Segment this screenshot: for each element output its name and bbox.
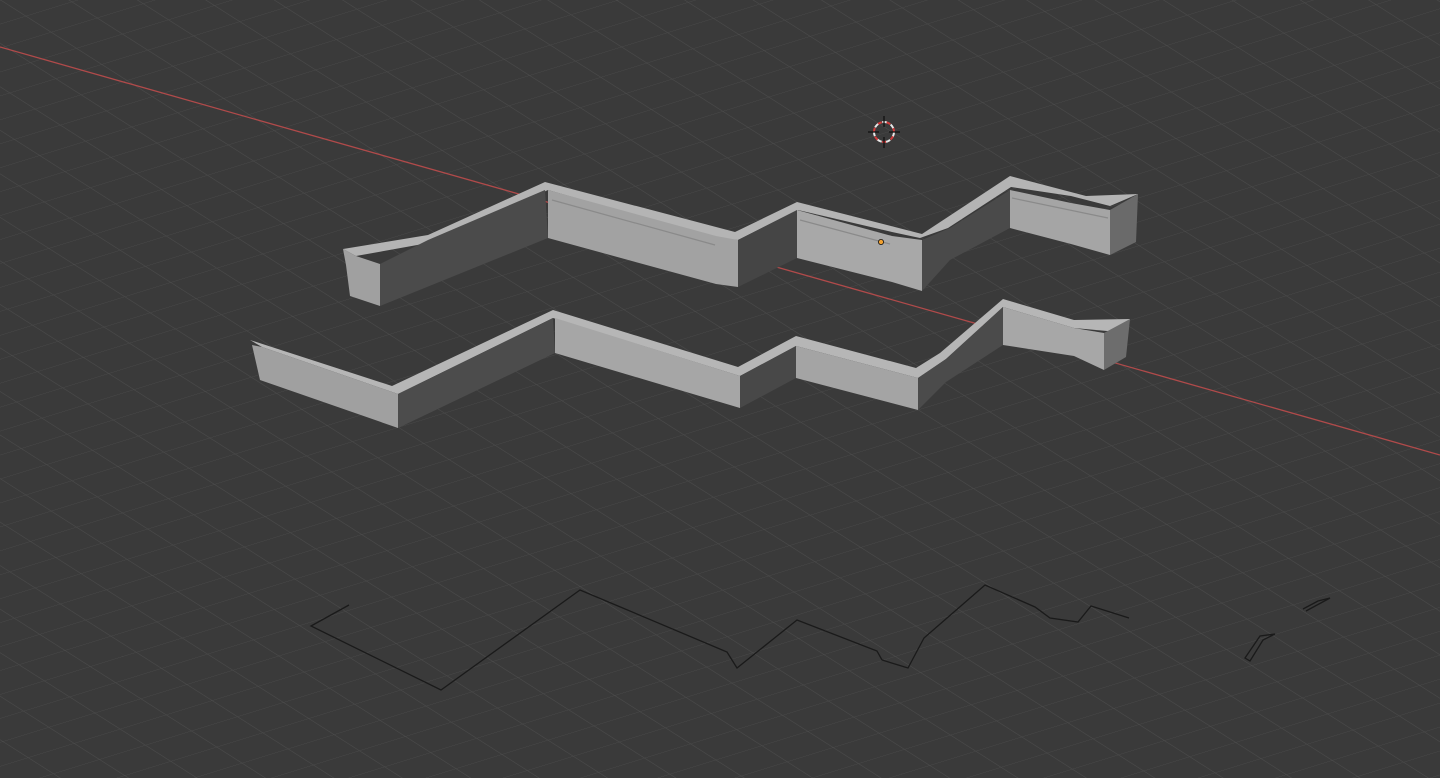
scene-canvas[interactable]	[0, 0, 1440, 778]
3d-viewport[interactable]	[0, 0, 1440, 778]
object-origin-dot[interactable]	[878, 238, 885, 245]
